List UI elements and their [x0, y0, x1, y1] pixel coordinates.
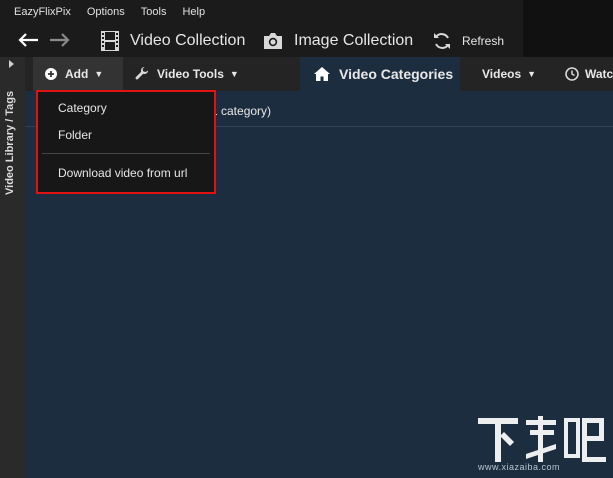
watch-label: Watc — [585, 67, 613, 81]
menu-separator — [42, 153, 210, 154]
watermark-url: www.xiazaiba.com — [478, 462, 561, 472]
add-button[interactable]: Add ▼ — [33, 57, 123, 91]
video-collection-label: Video Collection — [130, 32, 246, 49]
caret-down-icon: ▼ — [94, 69, 104, 79]
sidebar-label[interactable]: Video Library / Tags — [4, 0, 16, 195]
menu-bar: EazyFlixPix Options Tools Help — [0, 6, 205, 24]
video-categories-label: Video Categories — [339, 66, 454, 82]
plus-circle-icon — [45, 68, 57, 80]
menu-options[interactable]: Options — [87, 6, 125, 24]
video-collection-button[interactable]: Video Collection — [100, 29, 245, 53]
refresh-button[interactable]: Refresh — [432, 29, 504, 53]
image-collection-button[interactable]: Image Collection — [262, 29, 413, 53]
menu-help[interactable]: Help — [182, 6, 205, 24]
clock-icon — [565, 67, 579, 81]
title-bar-right — [523, 0, 613, 57]
image-collection-label: Image Collection — [294, 32, 414, 49]
forward-button[interactable] — [48, 28, 72, 52]
category-count-text: 1 category) — [211, 104, 272, 118]
videos-button[interactable]: Videos ▼ — [482, 57, 536, 91]
add-label: Add — [65, 67, 89, 81]
video-tools-label: Video Tools — [157, 67, 224, 81]
menu-tools[interactable]: Tools — [141, 6, 167, 24]
menu-eazyflixpix[interactable]: EazyFlixPix — [14, 6, 71, 24]
arrow-left-icon — [18, 33, 38, 47]
refresh-label: Refresh — [462, 34, 505, 48]
add-dropdown-menu: Category Folder Download video from url — [36, 90, 216, 194]
menu-item-category[interactable]: Category — [58, 101, 107, 115]
arrow-right-icon — [50, 33, 70, 47]
camera-icon — [262, 32, 284, 50]
toolbar: Add ▼ Video Tools ▼ Video Categories Vid… — [25, 57, 613, 91]
caret-down-icon: ▼ — [229, 69, 239, 79]
caret-down-icon: ▼ — [527, 69, 537, 79]
menu-item-download-video-from-url[interactable]: Download video from url — [58, 166, 187, 180]
watch-button[interactable]: Watc — [565, 57, 613, 91]
film-icon — [100, 30, 120, 52]
refresh-icon — [432, 31, 452, 51]
tab-video-categories[interactable]: Video Categories — [300, 57, 460, 91]
videos-label: Videos — [482, 67, 522, 81]
back-button[interactable] — [16, 28, 40, 52]
wrench-icon — [135, 67, 149, 81]
video-tools-button[interactable]: Video Tools ▼ — [135, 57, 239, 91]
menu-item-folder[interactable]: Folder — [58, 128, 92, 142]
home-icon — [314, 67, 330, 81]
